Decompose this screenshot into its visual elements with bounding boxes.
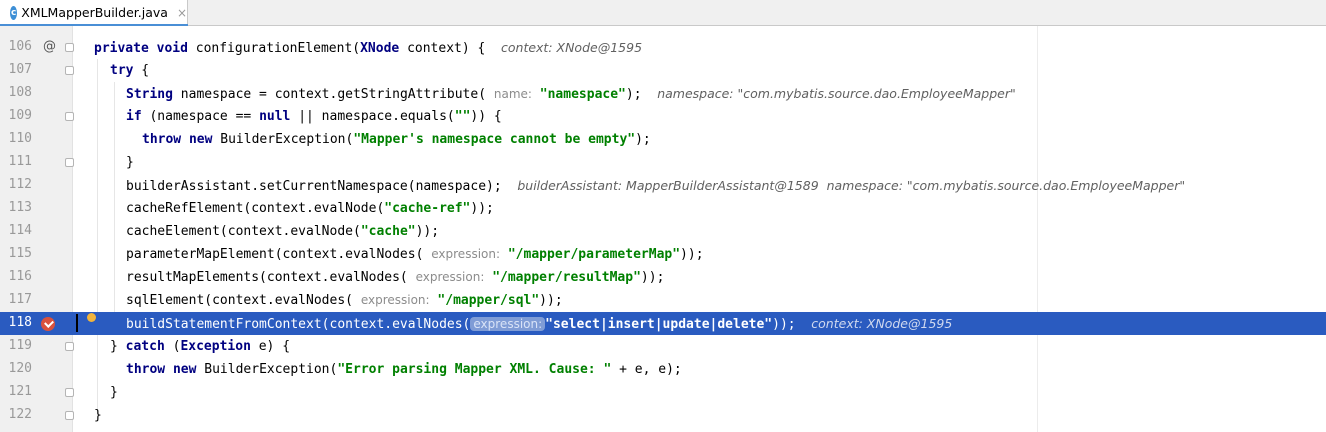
line-number: 119 <box>8 338 32 353</box>
parameter-hint: expression: <box>360 293 430 307</box>
breakpoint-icon[interactable] <box>41 317 55 331</box>
fold-toggle-icon[interactable] <box>65 112 74 121</box>
fold-toggle-icon[interactable] <box>65 66 74 75</box>
code-line-118-current[interactable]: 118 buildStatementFromContext(context.ev… <box>0 312 1326 335</box>
tab-label: XMLMapperBuilder.java <box>21 5 168 20</box>
line-number: 116 <box>8 269 32 284</box>
line-number: 110 <box>8 131 32 146</box>
code-text: if (namespace == null || namespace.equal… <box>126 109 502 124</box>
fold-toggle-icon[interactable] <box>65 43 74 52</box>
debug-inline-value: namespace: "com.mybatis.source.dao.Emplo… <box>657 86 1016 101</box>
line-number: 106 <box>8 39 32 54</box>
line-number: 111 <box>8 154 32 169</box>
fold-toggle-icon[interactable] <box>65 158 74 167</box>
code-line-106[interactable]: 106 private void configurationElement(XN… <box>0 36 1326 59</box>
code-text: } <box>94 408 102 423</box>
line-number: 121 <box>8 384 32 399</box>
line-number: 109 <box>8 108 32 123</box>
parameter-hint: name: <box>493 87 532 101</box>
code-line-121[interactable]: 121 } <box>0 381 1326 404</box>
editor-tab-xmlmapperbuilder[interactable]: c XMLMapperBuilder.java × <box>0 0 188 26</box>
code-line-117[interactable]: 117 sqlElement(context.evalNodes( expres… <box>0 289 1326 312</box>
code-text: resultMapElements(context.evalNodes( exp… <box>126 270 665 285</box>
line-number: 118 <box>8 315 32 330</box>
java-class-icon: c <box>10 5 18 20</box>
code-line-113[interactable]: 113 cacheRefElement(context.evalNode("ca… <box>0 197 1326 220</box>
code-line-115[interactable]: 115 parameterMapElement(context.evalNode… <box>0 243 1326 266</box>
line-number: 107 <box>8 62 32 77</box>
code-text: parameterMapElement(context.evalNodes( e… <box>126 247 704 262</box>
line-number: 108 <box>8 85 32 100</box>
parameter-hint: expression: <box>431 247 501 261</box>
override-marker-icon[interactable]: @ <box>43 39 56 54</box>
code-line-109[interactable]: 109 if (namespace == null || namespace.e… <box>0 105 1326 128</box>
code-text: throw new BuilderException("Mapper's nam… <box>142 132 651 147</box>
code-text: } <box>110 385 118 400</box>
intention-bulb-icon[interactable] <box>87 313 96 322</box>
code-line-114[interactable]: 114 cacheElement(context.evalNode("cache… <box>0 220 1326 243</box>
code-text: } catch (Exception e) { <box>110 339 291 354</box>
code-text: String namespace = context.getStringAttr… <box>126 86 1016 102</box>
code-line-108[interactable]: 108 String namespace = context.getString… <box>0 82 1326 105</box>
debug-inline-value: builderAssistant: MapperBuilderAssistant… <box>517 178 1186 193</box>
code-text: private void configurationElement(XNode … <box>94 40 643 56</box>
code-text: cacheRefElement(context.evalNode("cache-… <box>126 201 494 216</box>
line-number: 113 <box>8 200 32 215</box>
line-number: 115 <box>8 246 32 261</box>
debug-inline-value: context: XNode@1595 <box>501 40 643 55</box>
code-text: buildStatementFromContext(context.evalNo… <box>126 316 953 332</box>
parameter-hint: expression: <box>470 317 546 331</box>
code-line-107[interactable]: 107 try { <box>0 59 1326 82</box>
fold-toggle-icon[interactable] <box>65 411 74 420</box>
code-text: sqlElement(context.evalNodes( expression… <box>126 293 563 308</box>
code-line-120[interactable]: 120 throw new BuilderException("Error pa… <box>0 358 1326 381</box>
code-line-111[interactable]: 111 } <box>0 151 1326 174</box>
close-tab-icon[interactable]: × <box>177 6 187 20</box>
code-line-110[interactable]: 110 throw new BuilderException("Mapper's… <box>0 128 1326 151</box>
line-number: 117 <box>8 292 32 307</box>
fold-toggle-icon[interactable] <box>65 342 74 351</box>
code-line-112[interactable]: 112 builderAssistant.setCurrentNamespace… <box>0 174 1326 197</box>
code-text: try { <box>110 63 150 78</box>
text-caret <box>76 314 78 332</box>
editor-tab-bar: c XMLMapperBuilder.java × <box>0 0 1326 26</box>
code-text: throw new BuilderException("Error parsin… <box>126 362 682 377</box>
line-number: 112 <box>8 177 32 192</box>
fold-toggle-icon[interactable] <box>65 388 74 397</box>
line-number: 120 <box>8 361 32 376</box>
code-line-119[interactable]: 119 } catch (Exception e) { <box>0 335 1326 358</box>
debug-inline-value: context: XNode@1595 <box>811 316 953 331</box>
code-line-116[interactable]: 116 resultMapElements(context.evalNodes(… <box>0 266 1326 289</box>
line-number: 114 <box>8 223 32 238</box>
code-text: builderAssistant.setCurrentNamespace(nam… <box>126 178 1186 194</box>
code-text: cacheElement(context.evalNode("cache")); <box>126 224 440 239</box>
code-text: } <box>126 155 134 170</box>
parameter-hint: expression: <box>415 270 485 284</box>
line-number: 122 <box>8 407 32 422</box>
code-line-122[interactable]: 122 } <box>0 404 1326 427</box>
